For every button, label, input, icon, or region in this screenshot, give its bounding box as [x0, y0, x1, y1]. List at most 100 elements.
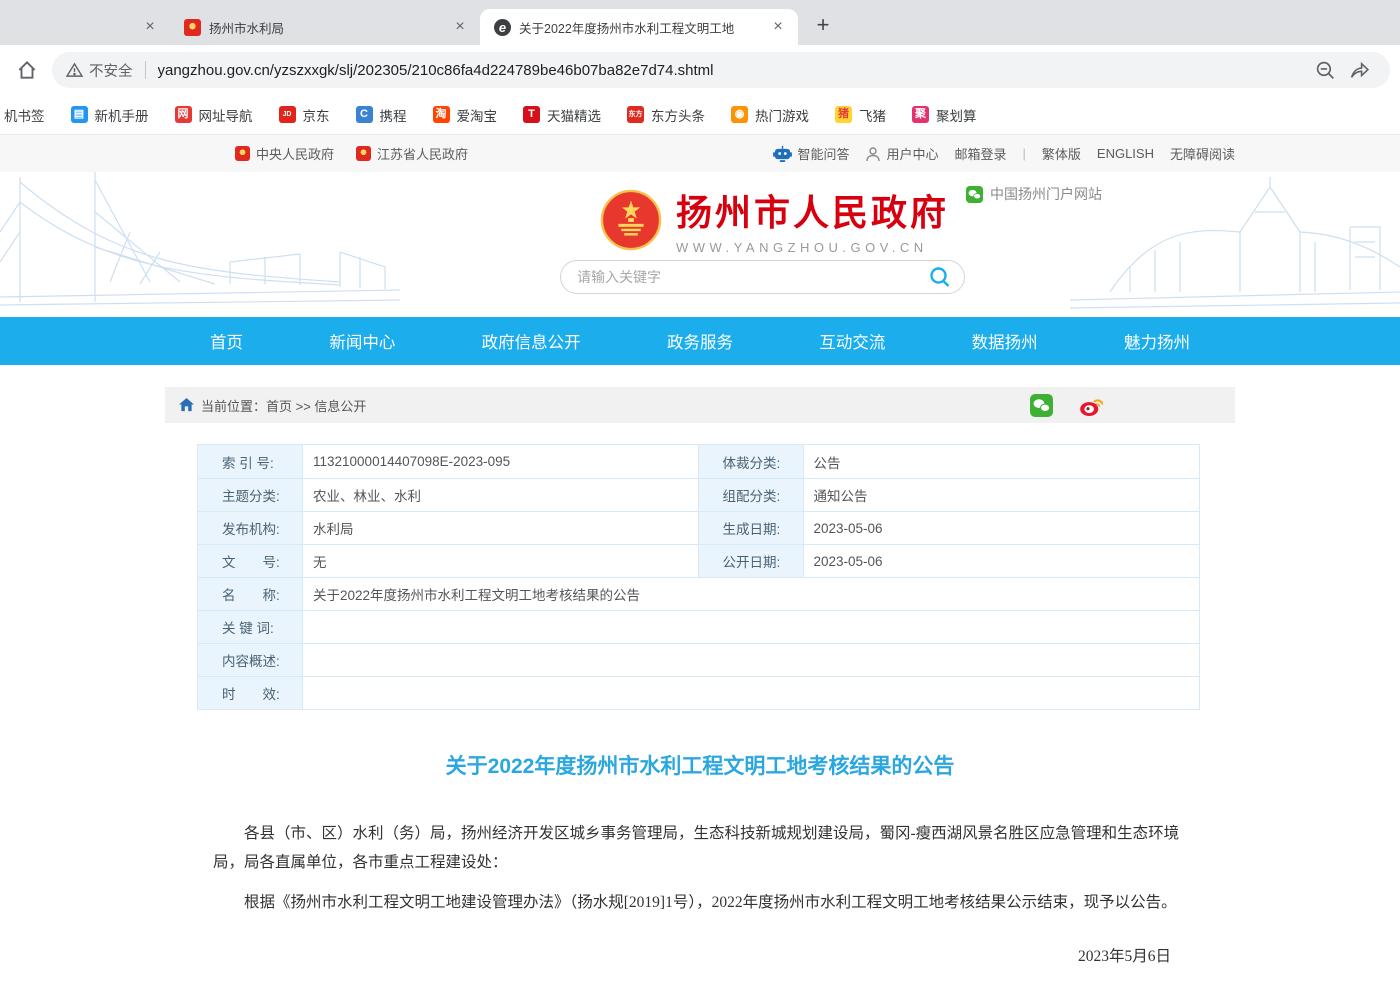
close-icon[interactable]: × — [768, 17, 788, 37]
taobao-icon: 淘 — [433, 106, 450, 123]
zoom-out-icon[interactable] — [1308, 53, 1342, 87]
bookmark-item[interactable]: T 天猫精选 — [523, 105, 601, 125]
close-icon[interactable]: × — [450, 17, 470, 37]
table-row: 文 号:无公开日期:2023-05-06 — [198, 544, 1199, 577]
eastday-icon: 东方 — [627, 106, 644, 123]
tmall-icon: T — [523, 106, 540, 123]
bookmark-item[interactable]: ◉ 热门游戏 — [731, 105, 809, 125]
meta-value: 通知公告 — [804, 479, 1200, 511]
nav-item-0[interactable]: 首页 — [210, 329, 243, 353]
doc-meta-table: 索 引 号:11321000014407098E-2023-095体裁分类:公告… — [197, 444, 1200, 710]
meta-value — [303, 677, 1199, 709]
mail-login-link[interactable]: 邮箱登录 — [954, 144, 1006, 163]
table-row: 名 称:关于2022年度扬州市水利工程文明工地考核结果的公告 — [198, 577, 1199, 610]
home-icon[interactable] — [179, 398, 194, 412]
portal-label[interactable]: 中国扬州门户网站 — [966, 184, 1102, 204]
browser-toolbar: 不安全 yangzhou.gov.cn/yzszxxgk/slj/202305/… — [0, 45, 1400, 95]
table-row: 主题分类:农业、林业、水利组配分类:通知公告 — [198, 478, 1199, 511]
bookmark-item[interactable]: 机书签 — [4, 105, 45, 125]
bookmark-label: 机书签 — [4, 105, 45, 125]
meta-value: 公告 — [804, 445, 1200, 478]
bookmark-item[interactable]: 淘爱淘宝 — [433, 105, 498, 125]
search-input[interactable] — [577, 269, 928, 285]
english-version-link[interactable]: ENGLISH — [1097, 146, 1154, 161]
site-title: 扬州市人民政府 — [676, 184, 949, 236]
bookmark-label: 飞猪 — [859, 105, 886, 125]
bookmark-item[interactable]: C 携程 — [356, 105, 407, 125]
site-search — [560, 260, 965, 294]
meta-value: 无 — [303, 545, 699, 577]
content-area: 当前位置：首页 >> 信息公开 索 引 号:1132100001 — [165, 387, 1235, 997]
search-icon[interactable] — [928, 265, 952, 289]
url-text[interactable]: yangzhou.gov.cn/yzszxxgk/slj/202305/210c… — [158, 62, 1309, 79]
meta-value — [303, 611, 1199, 643]
ctrip-icon: C — [356, 106, 373, 123]
breadcrumb-bar: 当前位置：首页 >> 信息公开 — [165, 387, 1235, 423]
bookmark-item[interactable]: 东方东方头条 — [627, 105, 705, 125]
bookmark-item[interactable]: 聚聚划算 — [912, 105, 977, 125]
table-row: 关 键 词: — [198, 610, 1199, 643]
bookmark-label: 热门游戏 — [755, 105, 809, 125]
gov-link-label: 江苏省人民政府 — [377, 144, 468, 163]
home-icon[interactable] — [10, 53, 44, 87]
meta-label: 主题分类: — [198, 479, 303, 511]
new-tab-button[interactable]: + — [808, 11, 838, 41]
gov-emblem-icon — [356, 146, 371, 161]
accessibility-link[interactable]: 无障碍阅读 — [1170, 144, 1235, 163]
tab-inactive-slj[interactable]: 扬州市水利局 × — [170, 9, 480, 45]
user-center-link[interactable]: 用户中心 — [865, 144, 938, 163]
nav-item-3[interactable]: 政务服务 — [667, 329, 733, 353]
bookmark-item[interactable]: 网网址导航 — [175, 105, 253, 125]
ai-qa-link[interactable]: 智能问答 — [773, 144, 849, 163]
ai-qa-label: 智能问答 — [797, 144, 849, 163]
meta-value: 2023-05-06 — [804, 545, 1200, 577]
share-icon[interactable] — [1342, 53, 1376, 87]
gov-site-link[interactable]: 江苏省人民政府 — [356, 144, 468, 163]
article: 关于2022年度扬州市水利工程文明工地考核结果的公告 各县（市、区）水利（务）局… — [165, 710, 1235, 997]
bookmark-label: 东方头条 — [651, 105, 705, 125]
gov-utility-links: 智能问答 用户中心 邮箱登录 | 繁体版 ENGLISH 无障碍阅读 — [773, 144, 1235, 163]
nav-item-4[interactable]: 互动交流 — [819, 329, 885, 353]
bookmark-label: 天猫精选 — [547, 105, 601, 125]
weibo-share-icon[interactable] — [1079, 394, 1103, 417]
breadcrumb[interactable]: 当前位置：首页 >> 信息公开 — [201, 396, 366, 415]
wechat-share-icon[interactable] — [1030, 394, 1053, 417]
nav-item-2[interactable]: 政府信息公开 — [482, 329, 581, 353]
bookmark-item[interactable]: ▤新机手册 — [71, 105, 149, 125]
nav-item-1[interactable]: 新闻中心 — [329, 329, 395, 353]
tab-partial[interactable]: × — [0, 9, 170, 45]
close-icon[interactable]: × — [140, 17, 160, 37]
gov-site-link[interactable]: 中央人民政府 — [235, 144, 334, 163]
meta-value: 2023-05-06 — [804, 512, 1200, 544]
article-body: 各县（市、区）水利（务）局，扬州经济开发区城乡事务管理局，生态科技新城规划建设局… — [213, 820, 1187, 918]
games-icon: ◉ — [731, 106, 748, 123]
article-date: 2023年5月6日 — [213, 944, 1187, 966]
meta-label: 公开日期: — [699, 545, 804, 577]
bookmarks-bar: 机书签 ▤新机手册 网网址导航 JD京东 C 携程 淘爱淘宝 T 天猫精选 东方东方头条 ◉ 热门游戏… — [0, 95, 1400, 135]
site-logo[interactable]: 扬州市人民政府 WWW.YANGZHOU.GOV.CN — [600, 184, 949, 255]
meta-label: 生成日期: — [699, 512, 804, 544]
not-secure-warning-icon — [66, 62, 83, 78]
bookmark-item[interactable]: 猪飞猪 — [835, 105, 886, 125]
divider: | — [1023, 146, 1026, 161]
national-emblem-icon — [600, 189, 662, 251]
tab-title: 关于2022年度扬州市水利工程文明工地 — [519, 18, 760, 37]
traditional-version-link[interactable]: 繁体版 — [1042, 144, 1081, 163]
user-icon — [865, 146, 881, 162]
bookmark-label: 携程 — [380, 105, 407, 125]
bookmark-item[interactable]: JD京东 — [279, 105, 330, 125]
gov-links: 中央人民政府 江苏省人民政府 — [235, 144, 468, 163]
gov-emblem-favicon — [184, 19, 201, 36]
nav-item-5[interactable]: 数据扬州 — [972, 329, 1038, 353]
robot-icon — [773, 146, 792, 162]
tab-active-announcement[interactable]: e 关于2022年度扬州市水利工程文明工地 × — [480, 9, 798, 45]
site-url-caption: WWW.YANGZHOU.GOV.CN — [676, 240, 949, 255]
main-nav-items: 首页 新闻中心 政府信息公开 政务服务 互动交流 数据扬州 魅力扬州 — [165, 317, 1235, 365]
bookmark-label: 京东 — [303, 105, 330, 125]
nav-item-6[interactable]: 魅力扬州 — [1124, 329, 1190, 353]
meta-value: 水利局 — [303, 512, 699, 544]
browser-logo-favicon: e — [494, 19, 511, 36]
bookmark-label: 网址导航 — [199, 105, 253, 125]
address-bar[interactable]: 不安全 yangzhou.gov.cn/yzszxxgk/slj/202305/… — [52, 52, 1390, 88]
fliggy-icon: 猪 — [835, 106, 852, 123]
